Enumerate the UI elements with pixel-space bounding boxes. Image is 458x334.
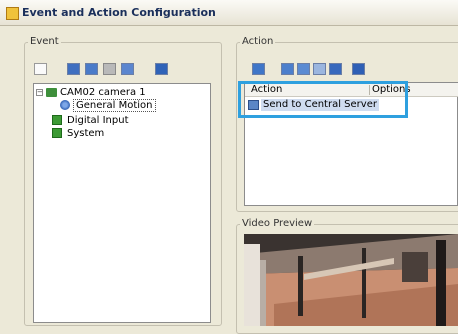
event-group-label: Event [28, 36, 61, 48]
video-preview-label: Video Preview [240, 218, 315, 230]
tree-item-general-motion[interactable]: General Motion [60, 99, 200, 112]
ptz-icon[interactable] [313, 63, 326, 75]
output-icon[interactable] [329, 63, 342, 75]
system-icon [52, 128, 62, 138]
send-icon[interactable] [252, 63, 265, 75]
export-icon[interactable] [155, 63, 168, 75]
action-group-label: Action [240, 36, 276, 48]
email-icon[interactable] [281, 63, 294, 75]
camera-frame [244, 234, 458, 326]
tree-item-digital-input[interactable]: Digital Input [52, 114, 192, 127]
tree-item-label: General Motion [73, 99, 156, 112]
title-bar: Event and Action Configuration [0, 0, 458, 26]
event-tree[interactable]: − CAM02 camera 1 General Motion Digital … [33, 83, 211, 323]
tree-item-label: System [67, 128, 105, 139]
app-icon [6, 7, 19, 20]
window-title: Event and Action Configuration [22, 6, 216, 19]
copy-icon[interactable] [85, 63, 98, 75]
record-icon[interactable] [297, 63, 310, 75]
save-icon[interactable] [67, 63, 80, 75]
highlight-box [238, 81, 408, 118]
tree-item-camera[interactable]: − CAM02 camera 1 [36, 86, 206, 99]
tree-item-system[interactable]: System [52, 127, 192, 140]
camera-icon [46, 88, 57, 97]
video-preview [244, 234, 458, 326]
delete-icon[interactable] [103, 63, 116, 75]
tree-item-label: CAM02 camera 1 [60, 87, 146, 98]
digital-input-icon [52, 115, 62, 125]
new-icon[interactable] [34, 63, 47, 75]
collapse-icon[interactable]: − [36, 89, 43, 96]
properties-icon[interactable] [121, 63, 134, 75]
motion-icon [60, 100, 70, 110]
tree-item-label: Digital Input [67, 115, 129, 126]
alarm-icon[interactable] [352, 63, 365, 75]
